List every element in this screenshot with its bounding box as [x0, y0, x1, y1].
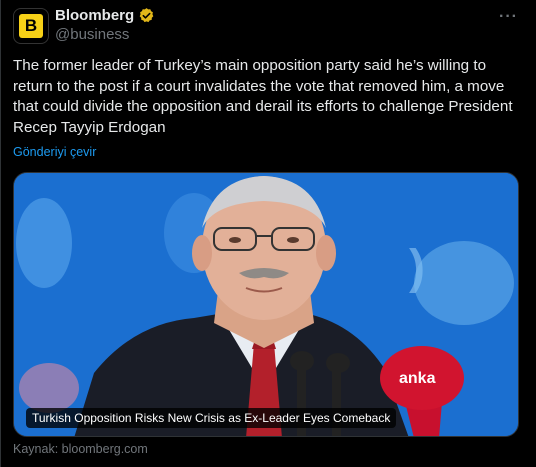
news-photo: ) anka	[14, 173, 518, 436]
translate-post-link[interactable]: Gönderiyi çevir	[13, 145, 96, 159]
link-card-media[interactable]: ) anka Turkish Opposition Risks New Cris…	[13, 172, 519, 437]
author-display-name[interactable]: Bloomberg	[55, 7, 134, 24]
tweet-text: The former leader of Turkey’s main oppos…	[13, 57, 513, 136]
verified-badge-icon[interactable]	[138, 7, 155, 24]
bloomberg-logo: B	[19, 14, 43, 38]
author-handle[interactable]: @business	[55, 26, 129, 43]
svg-text:anka: anka	[399, 370, 436, 387]
avatar[interactable]: B	[13, 8, 49, 44]
link-card-title[interactable]: Turkish Opposition Risks New Crisis as E…	[26, 408, 397, 428]
link-card-source[interactable]: Kaynak: bloomberg.com	[13, 442, 148, 456]
more-horizontal-icon[interactable]: ···	[499, 8, 518, 26]
tweet-card[interactable]: B Bloomberg @business ··· The former lea…	[0, 0, 536, 467]
author-name-row: Bloomberg	[55, 7, 155, 24]
